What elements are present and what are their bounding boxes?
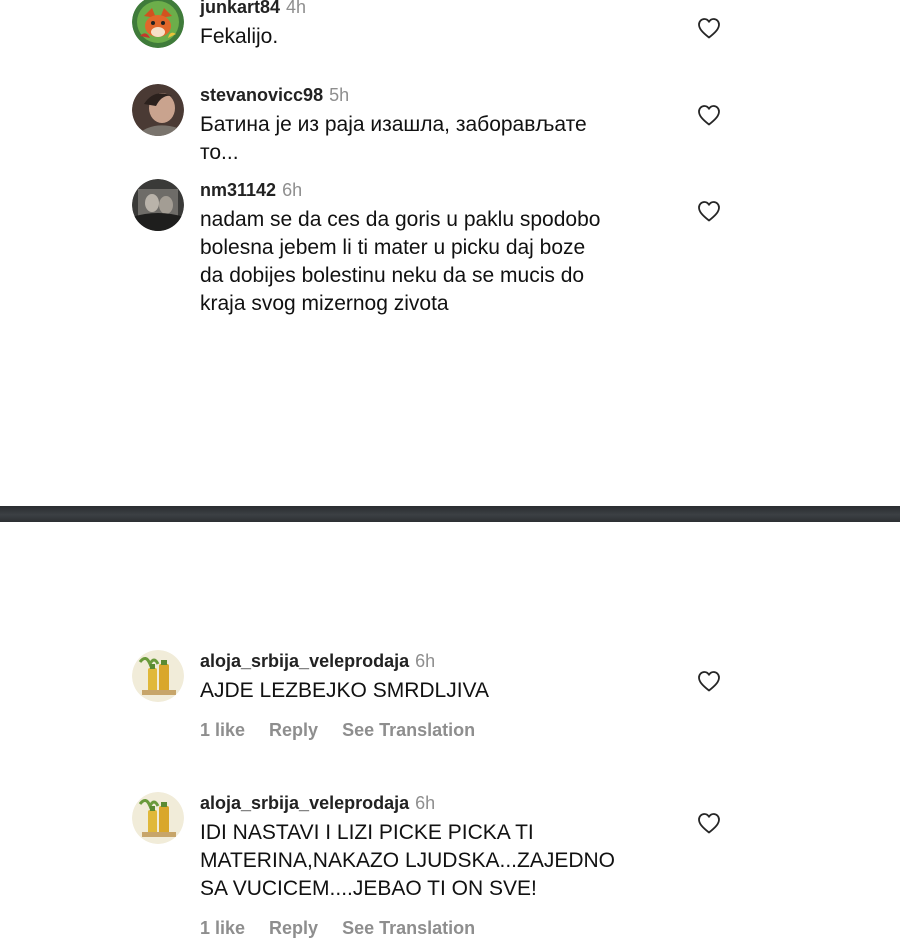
like-button[interactable] (697, 17, 723, 41)
comment-text-line: AJDE LEZBEJKO SMRDLJIVA (200, 679, 490, 702)
comment-time: 6h (282, 180, 303, 200)
like-button[interactable] (697, 200, 723, 224)
avatar[interactable] (132, 650, 184, 702)
comment-text-line: da dobijes bolestinu neku da se mucis do (200, 264, 585, 287)
aloe-bottles-avatar-icon (132, 650, 184, 702)
username[interactable]: aloja_srbija_veleprodaja (200, 793, 409, 813)
comment-text: AJDE LEZBEJKO SMRDLJIVA (200, 677, 670, 705)
comments-panel-bottom: aloja_srbija_veleprodaja 6h AJDE LEZBEJKO… (0, 522, 900, 948)
comment-actions: 1 like Reply See Translation (200, 917, 670, 939)
like-count[interactable]: 1 like (200, 719, 245, 741)
profile-photo-icon (132, 179, 184, 231)
comment-text-line: Батина је из раја изашла, заборављате (200, 113, 587, 136)
heart-outline-icon (698, 201, 720, 222)
username[interactable]: stevanovicc98 (200, 85, 323, 105)
avatar[interactable] (132, 792, 184, 844)
heart-outline-icon (698, 813, 720, 834)
like-button[interactable] (697, 670, 723, 694)
reply-button[interactable]: Reply (269, 917, 318, 939)
comment-text-line: kraja svog mizernog zivota (200, 292, 449, 315)
see-translation-button[interactable]: See Translation (342, 917, 475, 939)
comment-text: Fekalijo. (200, 23, 670, 51)
aloe-bottles-avatar-icon (132, 792, 184, 844)
heart-outline-icon (698, 18, 720, 39)
comment-text-line: MATERINA,NAKAZO LJUDSKA...ZAJEDNO (200, 849, 616, 872)
username[interactable]: nm31142 (200, 180, 276, 200)
like-count[interactable]: 1 like (200, 917, 245, 939)
comment-text: IDI NASTAVI I LIZI PICKE PICKA TI MATERI… (200, 819, 670, 903)
username[interactable]: junkart84 (200, 0, 280, 17)
comment-text-line: IDI NASTAVI I LIZI PICKE PICKA TI (200, 821, 534, 844)
profile-photo-icon (132, 84, 184, 136)
screenshot-divider (0, 506, 900, 522)
comment-time: 6h (415, 651, 436, 671)
comment-time: 5h (329, 85, 350, 105)
comment-text-line: nadam se da ces da goris u paklu spodobo (200, 208, 601, 231)
comments-panel-top: junkart84 4h Fekalijo. stevanovicc98 5h (0, 0, 900, 506)
like-button[interactable] (697, 104, 723, 128)
avatar[interactable] (132, 179, 184, 231)
heart-outline-icon (698, 671, 720, 692)
avatar[interactable] (132, 84, 184, 136)
comment-time: 4h (286, 0, 307, 17)
reply-button[interactable]: Reply (269, 719, 318, 741)
fox-avatar-icon (132, 0, 184, 48)
comment-text-line: SA VUCICEM....JEBAO TI ON SVE! (200, 877, 537, 900)
heart-outline-icon (698, 105, 720, 126)
comment-text: Батина је из раја изашла, заборављате то… (200, 111, 670, 167)
avatar[interactable] (132, 0, 184, 48)
see-translation-button[interactable]: See Translation (342, 719, 475, 741)
username[interactable]: aloja_srbija_veleprodaja (200, 651, 409, 671)
comment-time: 6h (415, 793, 436, 813)
comment-actions: 1 like Reply See Translation (200, 719, 670, 741)
comment-text: nadam se da ces da goris u paklu spodobo… (200, 206, 670, 318)
comment-text-line: bolesna jebem li ti mater u picku daj bo… (200, 236, 586, 259)
like-button[interactable] (697, 812, 723, 836)
comment-text-line: Fekalijo. (200, 25, 279, 48)
comment-text-line: то... (200, 141, 239, 164)
